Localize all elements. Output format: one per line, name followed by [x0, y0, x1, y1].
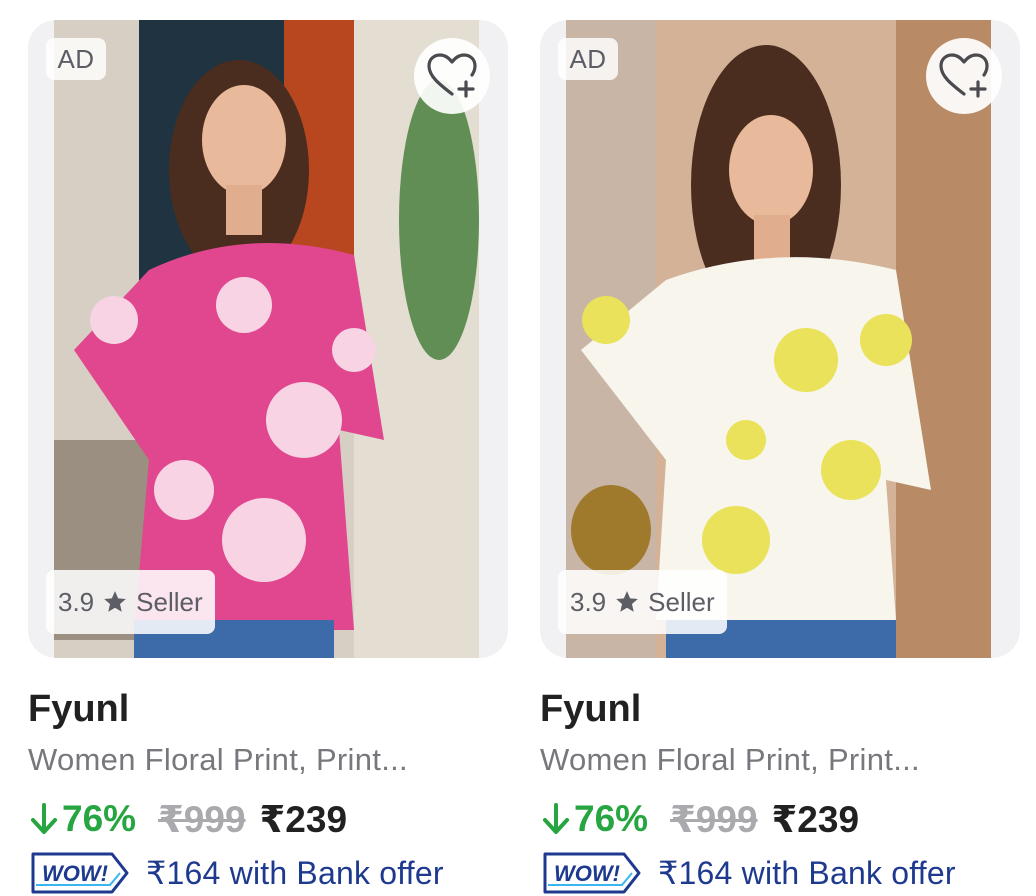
wow-badge: WOW!: [30, 851, 130, 895]
product-photo[interactable]: [566, 20, 991, 658]
wow-badge-text: WOW!: [42, 861, 108, 886]
rating-value: 3.9: [570, 586, 607, 617]
sale-price: ₹239: [771, 798, 860, 840]
star-icon: [104, 591, 126, 612]
heart-plus-icon: [427, 53, 477, 98]
original-price: ₹999: [158, 798, 246, 840]
product-brand[interactable]: Fyunl: [540, 688, 641, 731]
wow-badge: WOW!: [542, 851, 642, 895]
product-image-frame[interactable]: AD 3.9 Seller: [28, 20, 508, 658]
bank-offer-row: WOW! ₹164 with Bank offer: [28, 850, 444, 896]
bank-offer-row: WOW! ₹164 with Bank offer: [540, 850, 956, 896]
price-row: 76% ₹999 ₹239: [28, 796, 347, 842]
rating-suffix: Seller: [648, 586, 715, 617]
arrow-down-icon: [31, 803, 57, 834]
ad-badge: AD: [558, 38, 618, 80]
product-brand[interactable]: Fyunl: [28, 688, 129, 731]
wow-badge-text: WOW!: [554, 861, 620, 886]
discount: 76%: [540, 798, 648, 840]
ad-badge: AD: [46, 38, 106, 80]
product-title[interactable]: Women Floral Print, Print...: [28, 742, 408, 778]
wishlist-button[interactable]: [926, 38, 1002, 114]
price-row: 76% ₹999 ₹239: [540, 796, 859, 842]
rating-value: 3.9: [58, 586, 95, 617]
product-photo[interactable]: [54, 20, 479, 658]
arrow-down-icon: [543, 803, 569, 834]
product-image-frame[interactable]: AD 3.9 Seller: [540, 20, 1020, 658]
rating-chip: 3.9 Seller: [46, 570, 215, 634]
product-card[interactable]: AD 3.9 Seller Fyunl Women Floral Print, …: [540, 0, 1032, 896]
rating-chip: 3.9 Seller: [558, 570, 727, 634]
rating-suffix: Seller: [136, 586, 203, 617]
discount-value: 76%: [62, 798, 137, 839]
discount: 76%: [28, 798, 136, 840]
star-icon: [616, 591, 638, 612]
discount-value: 76%: [574, 798, 649, 839]
product-title[interactable]: Women Floral Print, Print...: [540, 742, 920, 778]
wishlist-button[interactable]: [414, 38, 490, 114]
heart-plus-icon: [939, 53, 989, 98]
sale-price: ₹239: [259, 798, 348, 840]
original-price: ₹999: [670, 798, 758, 840]
bank-offer-text: ₹164 with Bank offer: [658, 855, 956, 891]
bank-offer-text: ₹164 with Bank offer: [146, 855, 444, 891]
product-card[interactable]: AD 3.9 Seller Fyunl Women Floral Print, …: [28, 0, 520, 896]
